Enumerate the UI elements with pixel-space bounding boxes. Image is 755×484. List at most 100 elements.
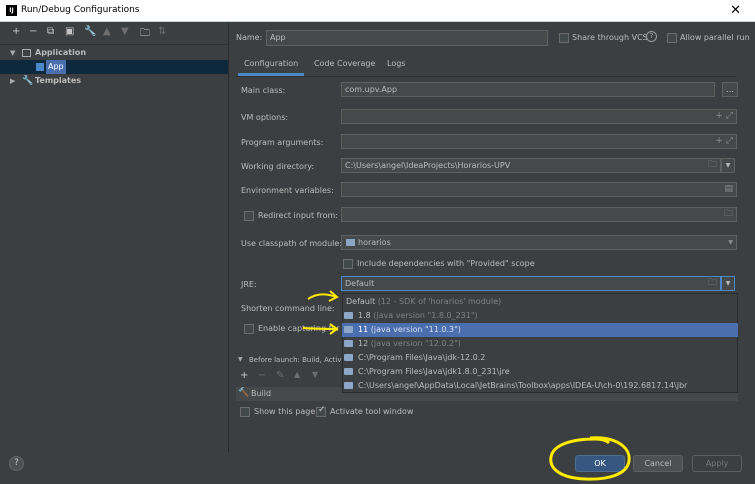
- main-class-input[interactable]: com.upv.App: [341, 82, 715, 97]
- tree-item-label: Templates: [35, 76, 82, 85]
- jdk-folder-icon: [344, 340, 353, 347]
- include-deps-checkbox[interactable]: [343, 259, 353, 269]
- vm-options-input[interactable]: + ⤢: [341, 109, 737, 124]
- redirect-input-label: Redirect input from:: [258, 211, 338, 220]
- tree-item-label: App: [46, 60, 66, 74]
- enable-capturing-checkbox[interactable]: [244, 324, 254, 334]
- edit-icon[interactable]: ✎: [276, 370, 284, 381]
- sort-icon[interactable]: ⇅: [158, 26, 166, 37]
- share-vcs-label: Share through VCS: [572, 33, 648, 42]
- jre-option[interactable]: C:\Program Files\Java\jdk-12.0.2: [342, 351, 738, 365]
- build-task-row[interactable]: 🔨 Build: [236, 387, 340, 401]
- browse-folder-icon[interactable]: 🗀: [708, 277, 717, 290]
- help-icon[interactable]: ?: [646, 31, 657, 42]
- title-bar: IJ Run/Debug Configurations ✕: [0, 0, 755, 22]
- jre-option[interactable]: 11 (java version "11.0.3"): [342, 323, 738, 337]
- allow-parallel-checkbox[interactable]: [667, 33, 677, 43]
- classpath-select[interactable]: horarios ▼: [341, 235, 737, 250]
- jre-option-name: 11: [358, 325, 369, 334]
- jre-dropdown-button[interactable]: ▼: [721, 276, 735, 291]
- help-icon[interactable]: ?: [9, 456, 24, 471]
- tree-item-app[interactable]: App: [0, 60, 228, 74]
- remove-icon[interactable]: −: [29, 26, 37, 37]
- expand-icon[interactable]: + ⤢: [715, 110, 733, 123]
- env-vars-input[interactable]: ▤: [341, 182, 737, 197]
- module-folder-icon: [346, 239, 355, 246]
- tree-separator: [0, 44, 228, 45]
- browse-folder-icon[interactable]: 🗀: [708, 159, 717, 172]
- jre-option[interactable]: Default (12 - SDK of 'horarios' module): [342, 295, 738, 309]
- window-title: Run/Debug Configurations: [21, 5, 140, 15]
- remove-icon[interactable]: −: [258, 370, 266, 381]
- collapsed-arrow-icon[interactable]: ▶: [10, 74, 15, 88]
- intellij-app-icon: IJ: [6, 5, 17, 16]
- jre-option-name: 1.8: [358, 311, 371, 320]
- move-down-icon[interactable]: ▼: [312, 370, 318, 379]
- name-label: Name:: [236, 33, 263, 42]
- redirect-input-checkbox[interactable]: [244, 211, 254, 221]
- folder-icon[interactable]: 🗀: [140, 26, 150, 43]
- expand-icon[interactable]: + ⤢: [715, 135, 733, 148]
- jre-option-name: C:\Program Files\Java\jdk1.8.0_231\jre: [358, 367, 510, 376]
- jre-option[interactable]: C:\Users\angel\AppData\Local\JetBrains\T…: [342, 379, 738, 393]
- move-up-icon[interactable]: ▲: [103, 26, 111, 37]
- include-deps-label: Include dependencies with "Provided" sco…: [357, 259, 535, 268]
- jre-option[interactable]: 12 (java version "12.0.2"): [342, 337, 738, 351]
- browse-class-button[interactable]: …: [722, 82, 738, 97]
- tab-divider: [236, 76, 736, 77]
- working-dir-dropdown[interactable]: ▼: [721, 158, 735, 173]
- annotation-circle-stroke: [549, 436, 631, 481]
- tab-code-coverage[interactable]: Code Coverage: [308, 56, 381, 76]
- jre-option-version: (java version "12.0.2"): [368, 339, 461, 348]
- classpath-label: Use classpath of module:: [241, 239, 343, 248]
- working-dir-label: Working directory:: [241, 162, 315, 171]
- collapse-arrow-icon[interactable]: ▼: [238, 356, 243, 363]
- jre-option[interactable]: C:\Program Files\Java\jdk1.8.0_231\jre: [342, 365, 738, 379]
- share-vcs-checkbox[interactable]: [559, 33, 569, 43]
- jre-label: JRE:: [241, 280, 257, 289]
- activate-tool-checkbox[interactable]: [316, 405, 326, 417]
- tree-item-templates[interactable]: ▶ 🔧 Templates: [0, 74, 228, 88]
- before-launch-label: Before launch: Build, Activ: [249, 356, 342, 364]
- annotation-arrows: [302, 290, 339, 335]
- allow-parallel-label: Allow parallel run: [680, 33, 750, 42]
- vm-options-label: VM options:: [241, 113, 289, 122]
- activate-tool-label: Activate tool window: [330, 407, 414, 416]
- app-config-icon: [36, 63, 44, 71]
- tab-logs[interactable]: Logs: [381, 56, 411, 76]
- apply-button[interactable]: Apply: [692, 455, 742, 472]
- working-dir-input[interactable]: C:\Users\angel\IdeaProjects\Horarios-UPV…: [341, 158, 721, 173]
- show-page-label: Show this page: [254, 407, 316, 416]
- tab-configuration[interactable]: Configuration: [238, 56, 305, 76]
- panel-divider[interactable]: [228, 22, 229, 452]
- jre-option-name: C:\Users\angel\AppData\Local\JetBrains\T…: [358, 381, 688, 390]
- tree-item-label: Application: [35, 48, 87, 57]
- move-up-icon[interactable]: ▲: [294, 370, 300, 379]
- move-down-icon[interactable]: ▼: [121, 26, 129, 37]
- expand-arrow-icon[interactable]: ▼: [10, 46, 15, 60]
- program-args-input[interactable]: + ⤢: [341, 134, 737, 149]
- jdk-folder-icon: [344, 368, 353, 375]
- annotation-circle: [549, 436, 631, 481]
- redirect-input-field[interactable]: 🗀: [341, 207, 737, 222]
- cancel-button[interactable]: Cancel: [633, 455, 683, 472]
- jre-option[interactable]: 1.8 (java version "1.8.0_231"): [342, 309, 738, 323]
- jdk-folder-icon: [344, 382, 353, 389]
- name-input[interactable]: App: [266, 30, 548, 46]
- jre-option-version: (12 - SDK of 'horarios' module): [375, 297, 502, 306]
- edit-env-icon[interactable]: ▤: [724, 183, 733, 196]
- hammer-icon: 🔨: [238, 388, 250, 398]
- save-icon[interactable]: ▣: [65, 26, 74, 37]
- copy-icon[interactable]: ⧉: [47, 26, 54, 37]
- jdk-folder-icon: [344, 354, 353, 361]
- browse-folder-icon[interactable]: 🗀: [724, 208, 733, 221]
- add-icon[interactable]: +: [12, 26, 20, 37]
- add-icon[interactable]: +: [240, 370, 248, 381]
- wrench-icon: 🔧: [22, 76, 34, 86]
- tree-item-application[interactable]: ▼ Application: [0, 46, 228, 60]
- show-page-checkbox[interactable]: [240, 407, 250, 417]
- jre-input[interactable]: Default 🗀: [341, 276, 721, 291]
- wrench-icon[interactable]: 🔧: [84, 26, 96, 37]
- program-args-label: Program arguments:: [241, 138, 324, 147]
- close-icon[interactable]: ✕: [730, 3, 741, 18]
